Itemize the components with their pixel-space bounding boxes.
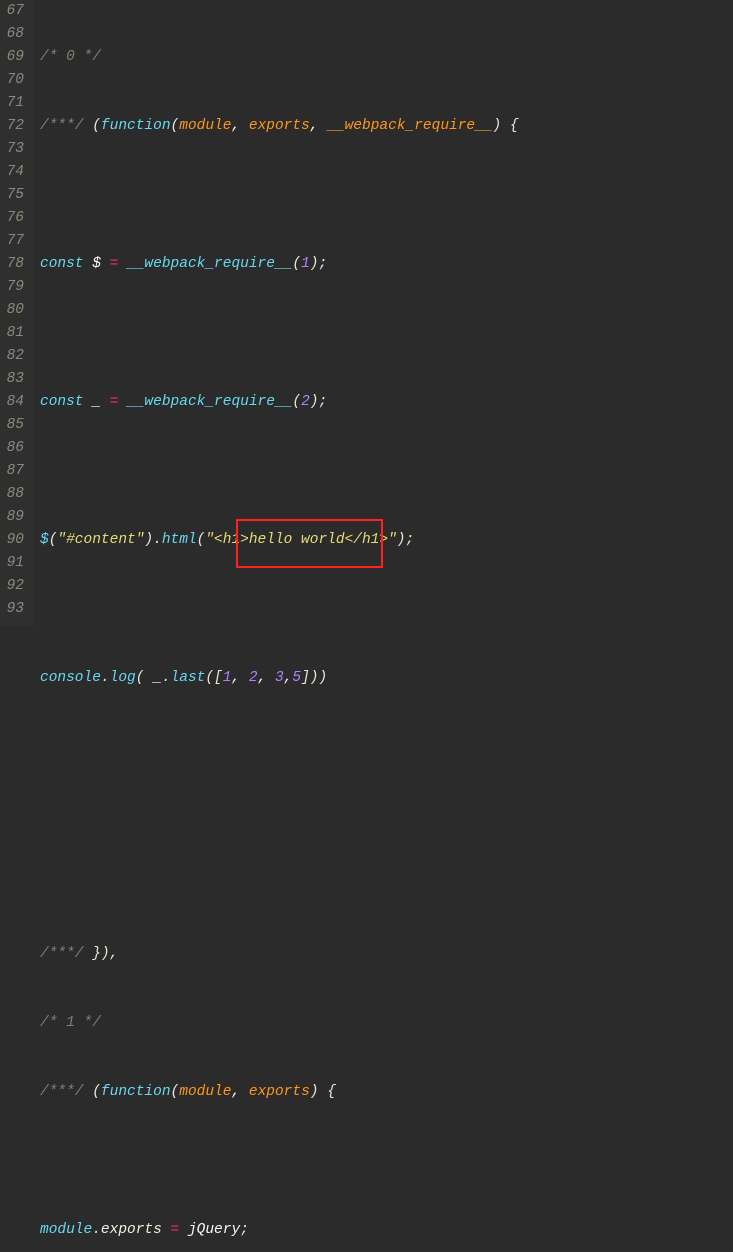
line-number: 73	[4, 138, 24, 161]
param: module	[179, 118, 231, 134]
line-number: 89	[4, 506, 24, 529]
code-line[interactable]: /* 1 */	[40, 1012, 519, 1035]
line-number: 69	[4, 46, 24, 69]
identifier: module	[40, 1222, 92, 1238]
code-line[interactable]	[40, 598, 519, 621]
code-area[interactable]: /* 0 */ /***/ (function(module, exports,…	[34, 0, 525, 626]
identifier: console	[40, 670, 101, 686]
code-line[interactable]: $("#content").html("<h1>hello world</h1>…	[40, 529, 519, 552]
line-number: 88	[4, 483, 24, 506]
param: module	[179, 1084, 231, 1100]
code-line[interactable]	[40, 1150, 519, 1173]
code-line[interactable]	[40, 805, 519, 828]
line-number: 70	[4, 69, 24, 92]
line-number: 83	[4, 368, 24, 391]
line-number: 92	[4, 575, 24, 598]
function-call: __webpack_require__	[127, 394, 292, 410]
string: "#content"	[57, 532, 144, 548]
line-number: 93	[4, 598, 24, 621]
comment: /* 1 */	[40, 1015, 101, 1031]
line-number: 74	[4, 161, 24, 184]
code-line[interactable]: /***/ (function(module, exports) {	[40, 1081, 519, 1104]
function-call: log	[110, 670, 136, 686]
code-line[interactable]	[40, 322, 519, 345]
code-line[interactable]: const $ = __webpack_require__(1);	[40, 253, 519, 276]
code-line[interactable]: const _ = __webpack_require__(2);	[40, 391, 519, 414]
line-number: 82	[4, 345, 24, 368]
line-number: 86	[4, 437, 24, 460]
line-number: 67	[4, 0, 24, 23]
line-gutter: 67 68 69 70 71 72 73 74 75 76 77 78 79 8…	[0, 0, 34, 626]
keyword: const	[40, 256, 84, 272]
line-number: 78	[4, 253, 24, 276]
comment: /* 0 */	[40, 49, 101, 65]
line-number: 91	[4, 552, 24, 575]
line-number: 68	[4, 23, 24, 46]
line-number: 90	[4, 529, 24, 552]
identifier: jQuery	[188, 1222, 240, 1238]
line-number: 85	[4, 414, 24, 437]
function-call: last	[171, 670, 206, 686]
line-number: 72	[4, 115, 24, 138]
function-call: html	[162, 532, 197, 548]
code-line[interactable]: /***/ }),	[40, 943, 519, 966]
code-line[interactable]	[40, 736, 519, 759]
code-line[interactable]: console.log( _.last([1, 2, 3,5]))	[40, 667, 519, 690]
code-line[interactable]	[40, 874, 519, 897]
line-number: 84	[4, 391, 24, 414]
line-number: 87	[4, 460, 24, 483]
comment: /***/	[40, 946, 84, 962]
code-line[interactable]	[40, 460, 519, 483]
keyword: function	[101, 118, 171, 134]
function-call: $	[40, 532, 49, 548]
code-line[interactable]: /***/ (function(module, exports, __webpa…	[40, 115, 519, 138]
code-editor[interactable]: 67 68 69 70 71 72 73 74 75 76 77 78 79 8…	[0, 0, 733, 626]
comment: /***/	[40, 118, 84, 134]
param: __webpack_require__	[327, 118, 492, 134]
line-number: 71	[4, 92, 24, 115]
line-number: 80	[4, 299, 24, 322]
param: exports	[249, 1084, 310, 1100]
code-line[interactable]: module.exports = jQuery;	[40, 1219, 519, 1242]
function-call: __webpack_require__	[127, 256, 292, 272]
code-line[interactable]: /* 0 */	[40, 46, 519, 69]
line-number: 76	[4, 207, 24, 230]
keyword: function	[101, 1084, 171, 1100]
line-number: 79	[4, 276, 24, 299]
param: exports	[249, 118, 310, 134]
keyword: const	[40, 394, 84, 410]
line-number: 77	[4, 230, 24, 253]
comment: /***/	[40, 1084, 84, 1100]
line-number: 81	[4, 322, 24, 345]
line-number: 75	[4, 184, 24, 207]
code-line[interactable]	[40, 184, 519, 207]
property: exports	[101, 1222, 162, 1238]
string: "<h1>hello world</h1>"	[205, 532, 396, 548]
